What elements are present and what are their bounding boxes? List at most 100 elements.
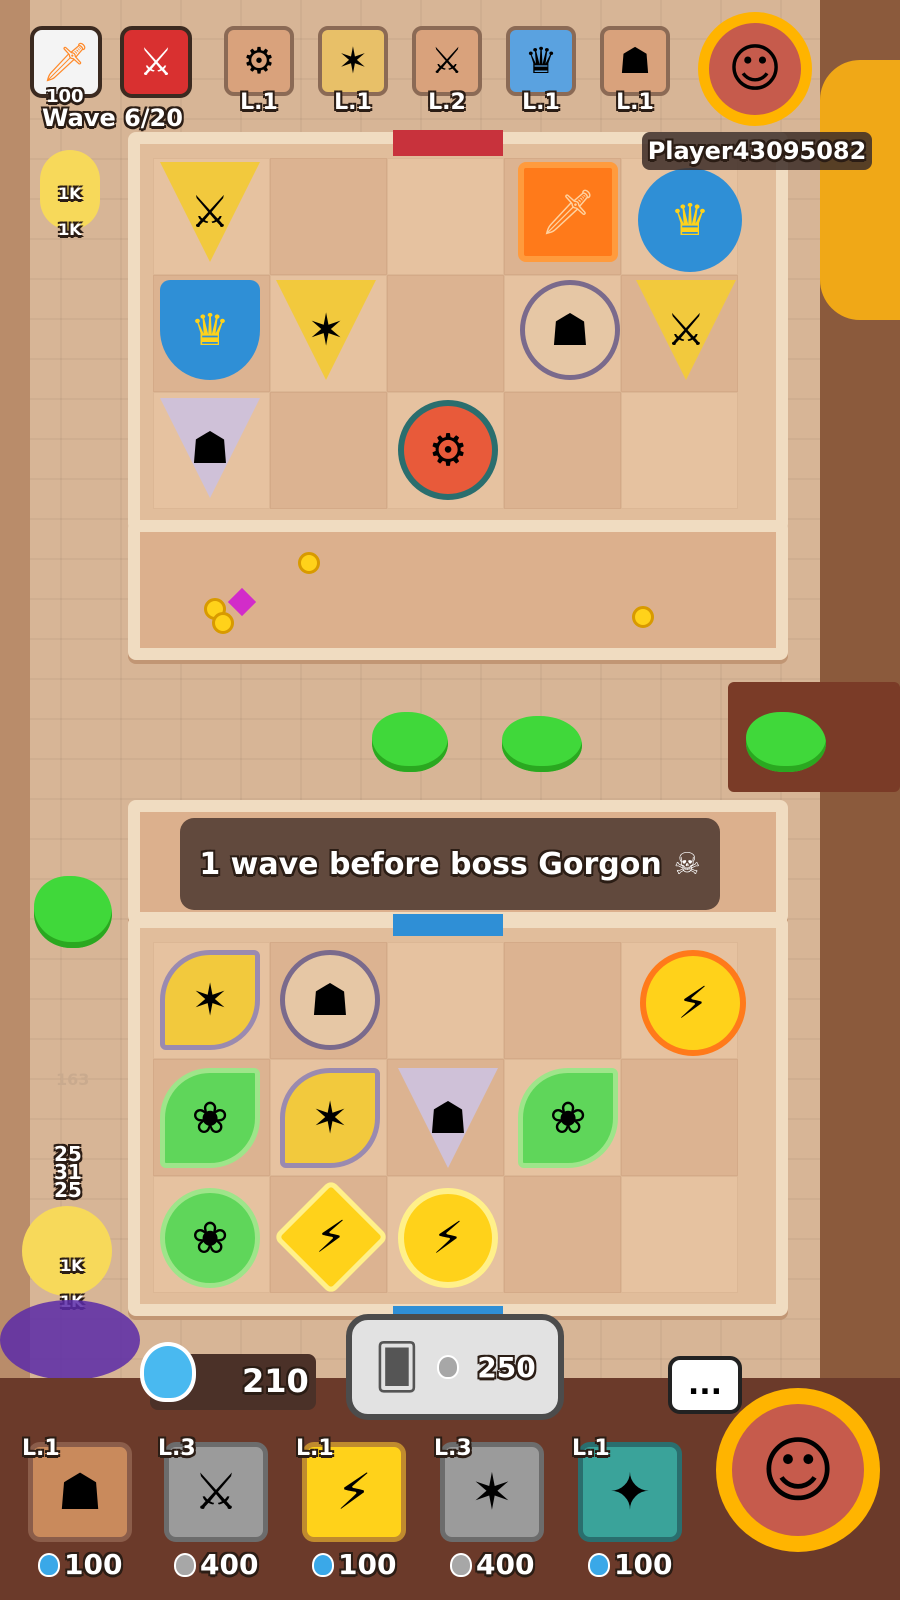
rogue-unit-icon: ☗ [618, 40, 652, 82]
opponent-deck-level: L.1 [522, 90, 560, 115]
fire-buff-tile: 🗡 [518, 162, 618, 262]
banner-unit[interactable]: ♛ [160, 280, 260, 380]
grid-cell[interactable] [621, 1059, 738, 1176]
hand-card-cost: 400 [450, 1548, 534, 1581]
left-wall [0, 0, 30, 1400]
hand-card-cost-value: 100 [338, 1548, 397, 1581]
coin [632, 606, 654, 628]
mage-unit[interactable]: ❀ [518, 1068, 618, 1168]
sorcerer-unit[interactable]: ⚡ [398, 1188, 498, 1288]
enemy-hp: 163 [56, 1070, 90, 1089]
mage-unit[interactable]: ❀ [160, 1068, 260, 1168]
mage-unit-icon: ✦ [609, 1463, 651, 1521]
sword-icon: 🗡 [540, 187, 596, 238]
hand-card-cost-value: 400 [476, 1548, 535, 1581]
opponent-stat: 1K [58, 220, 82, 239]
opponent-name-plate: Player43095082 [642, 132, 872, 170]
mana-flask-icon [140, 1342, 196, 1402]
player-name: Player43095082 [647, 137, 867, 165]
sorcerer-icon: ⚡ [677, 977, 709, 1029]
opponent-avatar[interactable]: ☺ [698, 12, 812, 126]
grid-cell [270, 392, 387, 509]
player-face-icon: ☺ [732, 1404, 864, 1536]
opponent-face-icon: ☺ [709, 23, 801, 115]
sorcerer-unit-icon: ⚡ [336, 1463, 372, 1521]
banner-unit[interactable]: ♛ [638, 168, 742, 272]
opponent-deck-card: ✶ [318, 26, 388, 96]
mana-flask-icon [38, 1552, 60, 1577]
sword-icon: ⚔ [138, 40, 174, 84]
slime-enemy [372, 712, 448, 772]
hand-card-cost: 100 [38, 1548, 122, 1581]
player-stat: 1K [60, 1256, 84, 1275]
wave-label: Wave 6/20 [42, 104, 183, 132]
sword-icon: 🗡 [41, 39, 91, 84]
gorgon-skull-icon: ☠ [673, 846, 701, 882]
sorcerer-unit[interactable]: ⚡ [640, 950, 746, 1056]
opponent-stat: 1K [58, 184, 82, 203]
grid-cell[interactable] [621, 1176, 738, 1293]
rogue-unit[interactable]: ☗ [280, 950, 380, 1050]
gunner-icon: ✶ [311, 1092, 349, 1144]
opponent-top-banner [393, 130, 503, 156]
tesla-unit[interactable]: ⚙ [398, 400, 498, 500]
mana-flask-icon [312, 1552, 334, 1577]
gunner-unit[interactable]: ✶ [280, 1068, 380, 1168]
sorcerer-icon: ⚡ [315, 1211, 347, 1263]
chat-button[interactable]: ... [668, 1356, 742, 1414]
opponent-deck-level: L.1 [334, 90, 372, 115]
mage-unit[interactable]: ❀ [160, 1188, 260, 1288]
damage-number: 25 [54, 1178, 82, 1202]
knight-unit-icon: ⚔ [193, 1463, 239, 1521]
player-top-banner [393, 914, 503, 936]
grid-cell [387, 158, 504, 275]
player-hero-icon [22, 1206, 112, 1296]
silver-flask-icon [437, 1355, 460, 1379]
coin [212, 612, 234, 634]
rogue-unit[interactable]: ☗ [520, 280, 620, 380]
player-avatar[interactable]: ☺ [716, 1388, 880, 1552]
grid-cell [270, 158, 387, 275]
rogue-icon: ☗ [428, 1092, 468, 1144]
grid-cell[interactable] [504, 1176, 621, 1293]
opponent-deck-card: ⚙ [224, 26, 294, 96]
opponent-deck-level: L.2 [428, 90, 466, 115]
hand-card-level: L.1 [22, 1436, 60, 1461]
summon-button[interactable]: 🂠 250 [346, 1314, 564, 1420]
silver-flask-icon [450, 1552, 472, 1577]
knight-icon: ⚔ [666, 304, 706, 356]
grid-cell[interactable] [387, 942, 504, 1059]
hand-card-level: L.3 [158, 1436, 196, 1461]
gold-pile [820, 60, 900, 320]
opponent-deck-card: ♛ [506, 26, 576, 96]
grid-cell [504, 392, 621, 509]
gunner-icon: ✶ [307, 304, 345, 356]
hand-card-cost-value: 400 [200, 1548, 259, 1581]
mage-icon: ❀ [191, 1212, 229, 1264]
grid-cell [387, 275, 504, 392]
rogue-unit-icon: ☗ [57, 1463, 103, 1521]
grid-cell[interactable] [504, 942, 621, 1059]
summon-cost: 250 [477, 1350, 536, 1384]
attack-boost-button[interactable]: ⚔ [120, 26, 192, 98]
knight-icon: ⚔ [190, 186, 230, 238]
chat-label: ... [687, 1367, 723, 1402]
rogue-icon: ☗ [310, 974, 350, 1026]
silver-flask-icon [174, 1552, 196, 1577]
slime-enemy [746, 712, 826, 772]
wave-announcement: 1 wave before boss Gorgon ☠ [180, 818, 720, 910]
gunner-unit-icon: ✶ [471, 1463, 513, 1521]
gunner-unit-icon: ✶ [337, 40, 369, 82]
opponent-deck-level: L.1 [616, 90, 654, 115]
banner-unit-icon: ♛ [524, 40, 558, 82]
grid-cell [621, 392, 738, 509]
wave-announcement-text: 1 wave before boss Gorgon [199, 846, 662, 882]
gunner-icon: ✶ [191, 974, 229, 1026]
tesla-unit-icon: ⚙ [242, 40, 276, 82]
mage-icon: ❀ [549, 1092, 587, 1144]
opponent-lane [128, 520, 788, 660]
gunner-unit[interactable]: ✶ [160, 950, 260, 1050]
hand-card-cost: 100 [312, 1548, 396, 1581]
gear-icon: ⚙ [428, 424, 468, 476]
hand-card-level: L.3 [434, 1436, 472, 1461]
